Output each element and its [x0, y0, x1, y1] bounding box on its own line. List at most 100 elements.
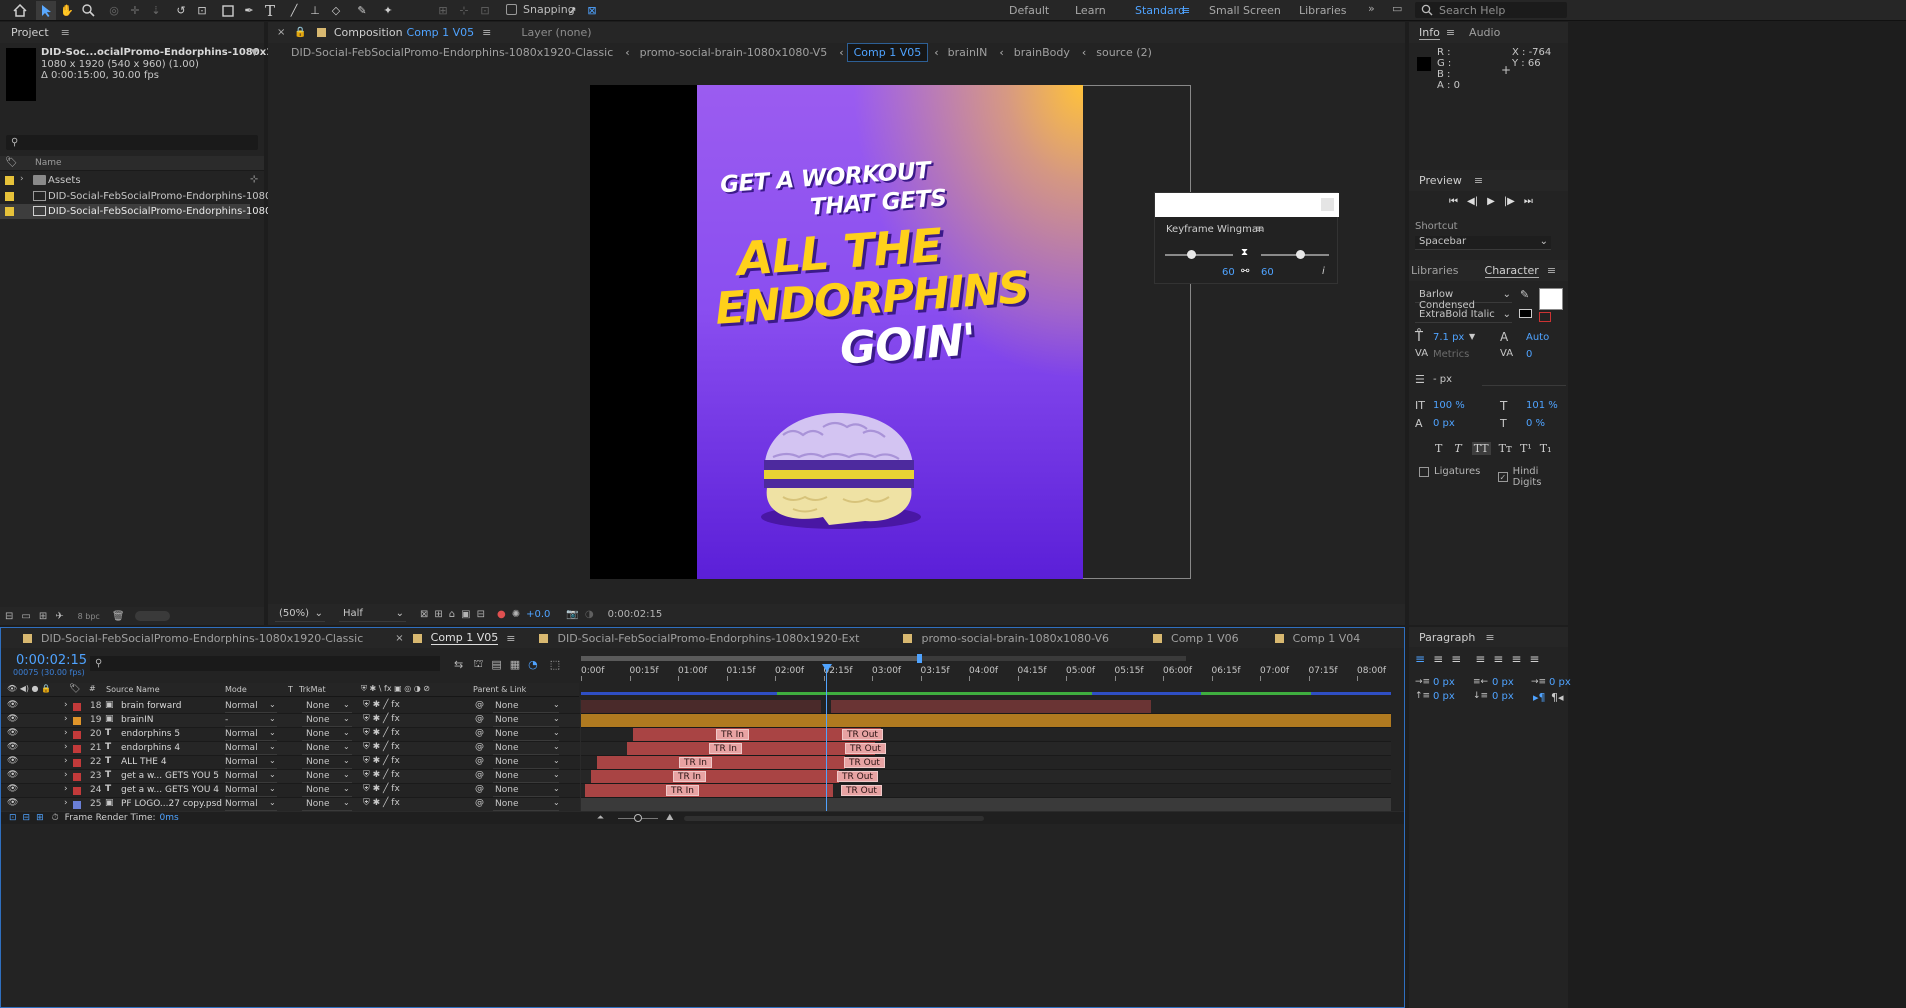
shortcut-dropdown[interactable]: Spacebar ⌄	[1415, 236, 1551, 250]
close-icon[interactable]	[1321, 198, 1334, 211]
timeline-tab[interactable]: DID-Social-FebSocialPromo-Endorphins-108…	[557, 632, 859, 645]
playhead-marker[interactable]	[822, 664, 832, 672]
parent-dropdown[interactable]: None	[493, 785, 559, 797]
chevron-down-icon[interactable]: ⌄	[553, 756, 560, 765]
home-icon[interactable]	[10, 1, 30, 20]
layer-switches[interactable]: ⛨ ✱ ╱ fx	[363, 756, 400, 766]
pickwhip-icon[interactable]: @	[475, 798, 484, 808]
layer-switches[interactable]: ⛨ ✱ ╱ fx	[363, 798, 400, 808]
table-row[interactable]: 👁 › 19 ▣ brainIN - ⌄ None ⌄ ⛨ ✱ ╱ fx @ None ⌄	[1, 714, 1391, 728]
adjust-project-settings-icon[interactable]: ✈	[55, 611, 63, 622]
source-name-header[interactable]: Source Name	[106, 685, 160, 694]
indent-right-value[interactable]: 0 px	[1492, 677, 1514, 688]
layer-switches[interactable]: ⛨ ✱ ╱ fx	[363, 728, 400, 738]
parent-dropdown[interactable]: None	[493, 701, 559, 713]
brush-tool-icon[interactable]: ╱	[284, 1, 304, 20]
table-row[interactable]: 👁 › 23 Tget a w... GETS YOU 5 Normal ⌄ None ⌄ ⛨ …	[1, 770, 1391, 784]
pickwhip-icon[interactable]: @	[475, 770, 484, 780]
puppet-pin-tool-icon[interactable]: ✦	[378, 1, 398, 20]
info-tab[interactable]: Info	[1419, 26, 1440, 40]
baseline-shift-value[interactable]: 0 px	[1433, 418, 1455, 429]
marker-tr-in[interactable]: TR In	[679, 757, 712, 768]
faux-italic-button[interactable]: T	[1454, 442, 1461, 455]
ease-out-value[interactable]: 60	[1222, 267, 1235, 278]
exposure-value[interactable]: +0.0	[526, 609, 550, 620]
chevron-down-icon[interactable]: ⌄	[269, 770, 276, 779]
layer-bar[interactable]	[581, 700, 821, 713]
chevron-right-icon[interactable]: ›	[64, 770, 68, 780]
align-right-icon[interactable]: ≡	[1451, 652, 1461, 666]
timeline-menu-icon[interactable]: ≡	[506, 632, 515, 645]
parent-dropdown[interactable]: None	[493, 757, 559, 769]
chevron-right-icon[interactable]: ›	[64, 700, 68, 710]
pickwhip-icon[interactable]: @	[475, 742, 484, 752]
marker-tr-out[interactable]: TR Out	[841, 785, 882, 796]
roto-brush-tool-icon[interactable]: ✎	[352, 1, 372, 20]
magnification-dropdown[interactable]: (50%) ⌄	[275, 608, 325, 622]
stroke-swatch[interactable]	[1539, 312, 1551, 322]
fast-previews-icon[interactable]: ⊠	[420, 609, 428, 620]
previous-frame-icon[interactable]: ◀|	[1467, 196, 1478, 207]
label-color[interactable]	[73, 731, 81, 739]
label-color[interactable]	[73, 759, 81, 767]
eye-icon[interactable]: 👁	[7, 784, 18, 794]
info-menu-icon[interactable]: ≡	[1446, 26, 1455, 39]
project-menu-icon[interactable]: ≡	[61, 26, 70, 39]
table-row[interactable]: 👁 › 20 Tendorphins 5 Normal ⌄ None ⌄ ⛨ ✱ ╱ fx @ No…	[1, 728, 1391, 742]
chevron-down-icon[interactable]: ▼	[251, 48, 258, 58]
work-area-range[interactable]	[581, 656, 919, 661]
axis-local-icon[interactable]: ⊞	[433, 1, 453, 20]
toggle-switches-icon[interactable]: ⊡	[9, 813, 17, 823]
align-left-icon[interactable]: ≡	[1415, 652, 1425, 666]
chevron-down-icon[interactable]: ⌄	[553, 742, 560, 751]
ligatures-option[interactable]: Ligatures	[1419, 466, 1480, 477]
chevron-down-icon[interactable]: ⌄	[553, 798, 560, 807]
trash-icon[interactable]: 🗑	[112, 611, 125, 622]
time-ruler[interactable]: 0:00f 00:15f 01:00f 01:15f 02:00f 02:15f 03:00…	[581, 652, 1391, 682]
small-caps-button[interactable]: Tт	[1499, 442, 1512, 455]
ligatures-checkbox[interactable]	[1419, 466, 1429, 477]
tsume-value[interactable]: 0 %	[1526, 418, 1545, 429]
eyedropper-icon[interactable]: ✎	[1520, 288, 1529, 301]
layer-switches[interactable]: ⛨ ✱ ╱ fx	[363, 742, 400, 752]
justify-left-icon[interactable]: ≡	[1475, 652, 1485, 666]
parent-dropdown[interactable]: None	[493, 729, 559, 741]
marker-tr-out[interactable]: TR Out	[837, 771, 878, 782]
clone-stamp-tool-icon[interactable]: ⊥	[305, 1, 325, 20]
flowchart-icon[interactable]: ⊹	[250, 174, 258, 185]
chevron-down-icon[interactable]: ⌄	[553, 728, 560, 737]
hindi-digits-checkbox[interactable]: ✓	[1498, 472, 1508, 482]
chevron-down-icon[interactable]: ⌄	[343, 784, 350, 793]
layer-bar[interactable]	[597, 756, 845, 769]
rtl-direction-icon[interactable]: ¶◂	[1551, 691, 1564, 704]
frame-blending-icon[interactable]: ▦	[510, 658, 520, 671]
snapshot-icon[interactable]: 📷	[566, 609, 578, 620]
close-icon[interactable]: ×	[395, 633, 403, 644]
dolly-tool-icon[interactable]: ⇣	[146, 1, 166, 20]
shy-layers-icon[interactable]: ▤	[491, 658, 501, 671]
layer-name[interactable]: endorphins 5	[121, 729, 180, 739]
all-caps-button[interactable]: TT	[1471, 442, 1491, 455]
chevron-down-icon[interactable]: ⌄	[553, 714, 560, 723]
leading-value[interactable]: Auto	[1526, 332, 1549, 343]
layer-name[interactable]: PF LOGO...27 copy.psd	[121, 799, 222, 809]
layer-bar[interactable]	[591, 770, 839, 783]
chevron-right-icon[interactable]: ›	[20, 174, 24, 184]
hand-tool-icon[interactable]: ✋	[57, 1, 77, 20]
table-row[interactable]: 👁 › 18 ▣ brain forward Normal ⌄ None ⌄ ⛨ ✱ ╱ fx @ N…	[1, 700, 1391, 714]
tracking-value[interactable]: 0	[1526, 349, 1532, 360]
ease-in-slider-thumb[interactable]	[1296, 250, 1305, 259]
label-color[interactable]	[73, 801, 81, 809]
ease-in-slider-track[interactable]	[1261, 254, 1329, 256]
justify-center-icon[interactable]: ≡	[1493, 652, 1503, 666]
layer-name[interactable]: get a w... GETS YOU 4	[121, 785, 219, 795]
black-swatch[interactable]	[1519, 309, 1532, 318]
workspace-overflow-icon[interactable]: »	[1368, 2, 1375, 15]
workspace-libraries[interactable]: Libraries	[1299, 4, 1347, 17]
eraser-tool-icon[interactable]: ◇	[326, 1, 346, 20]
justify-right-icon[interactable]: ≡	[1511, 652, 1521, 666]
link-icon[interactable]: ⚯	[1241, 266, 1249, 277]
graph-editor-icon[interactable]: ⬚	[550, 658, 560, 671]
bit-depth[interactable]: 8 bpc	[78, 612, 100, 621]
eye-icon[interactable]: 👁	[7, 756, 18, 766]
